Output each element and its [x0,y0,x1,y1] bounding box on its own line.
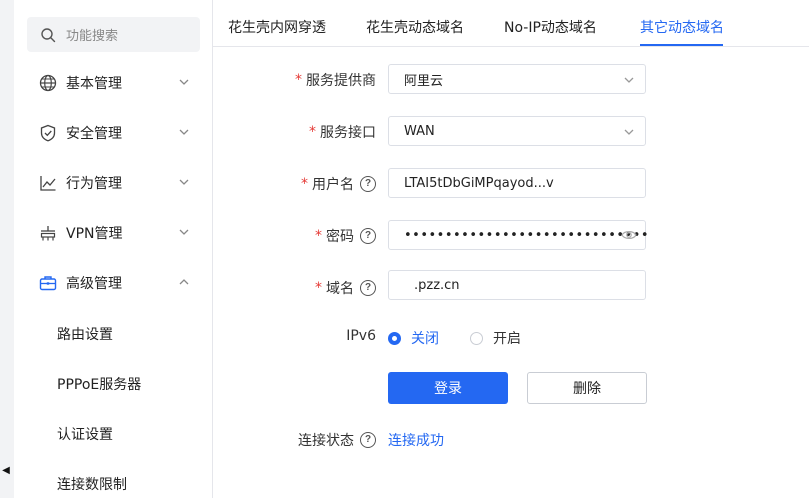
password-input[interactable]: •••••••••••••••••••••••••••••• [388,220,650,250]
scroll-left-icon[interactable]: ◀ [1,465,11,476]
login-button[interactable]: 登录 [388,372,508,404]
help-icon[interactable]: ? [360,228,376,244]
menu-label: 基本管理 [66,76,122,92]
menu-label: 行为管理 [66,176,122,192]
radio-label: 开启 [493,331,521,347]
active-tab-indicator [640,44,723,46]
help-icon[interactable]: ? [360,432,376,448]
password-label-text: 密码 [326,229,354,245]
submenu-item-pppoe-server[interactable]: PPPoE服务器 [57,374,141,394]
eye-icon[interactable] [621,228,637,242]
password-label: * 密码 ? [290,226,376,246]
interface-select[interactable]: WAN [388,116,646,146]
tab-other-ddns[interactable]: 其它动态域名 [640,17,724,37]
required-mark: * [309,124,316,140]
search-icon [41,27,56,42]
chevron-down-icon [179,129,189,135]
interface-label-text: 服务接口 [320,125,376,141]
interface-label: * 服务接口 [290,122,376,142]
chevron-up-icon [179,279,189,285]
radio-label: 关闭 [411,331,439,347]
domain-label-text: 域名 [326,281,354,297]
status-label-text: 连接状态 [298,433,354,449]
chevron-down-icon [179,179,189,185]
ipv6-label-text: IPv6 [346,328,376,344]
menu-label: 安全管理 [66,126,122,142]
ipv6-label: IPv6 [290,328,376,344]
ipv6-on-radio[interactable]: 开启 [470,328,521,348]
help-icon[interactable]: ? [360,280,376,296]
tab-noip-ddns[interactable]: No-IP动态域名 [504,17,597,37]
sidebar-divider [212,0,213,498]
provider-label-text: 服务提供商 [306,73,376,89]
tab-oray-intranet[interactable]: 花生壳内网穿透 [228,17,326,37]
line-chart-icon [40,176,56,191]
connection-status-value: 连接成功 [388,433,444,449]
left-scroll-strip [0,0,14,498]
network-icon [40,226,56,241]
connection-status-label: 连接状态 ? [290,430,376,450]
briefcase-icon [39,276,57,291]
search-placeholder: 功能搜索 [66,29,119,44]
interface-value: WAN [404,123,435,139]
domain-input[interactable]: .pzz.cn [388,270,646,300]
menu-label: VPN管理 [66,226,123,242]
chevron-down-icon [624,129,634,135]
username-input[interactable]: LTAI5tDbGiMPqayod...v [388,168,646,198]
submenu-item-connection-limit[interactable]: 连接数限制 [57,474,127,494]
globe-icon [39,74,57,92]
required-mark: * [315,280,322,296]
username-label-text: 用户名 [312,177,354,193]
help-icon[interactable]: ? [360,176,376,192]
submenu-item-auth-settings[interactable]: 认证设置 [57,424,113,444]
tab-oray-ddns[interactable]: 花生壳动态域名 [366,17,464,37]
username-label: * 用户名 ? [290,174,376,194]
menu-item-advanced-management[interactable]: 高级管理 [38,271,198,295]
required-mark: * [301,176,308,192]
required-mark: * [295,72,302,88]
submenu-item-route-settings[interactable]: 路由设置 [57,324,113,344]
domain-label: * 域名 ? [290,278,376,298]
provider-label: * 服务提供商 [290,70,376,90]
username-value: LTAI5tDbGiMPqayod...v [404,175,554,191]
chevron-down-icon [179,229,189,235]
shield-check-icon [40,124,56,142]
ipv6-off-radio[interactable]: 关闭 [388,328,439,348]
required-mark: * [315,228,322,244]
menu-item-basic-management[interactable]: 基本管理 [38,71,198,95]
menu-item-behavior-management[interactable]: 行为管理 [38,171,198,195]
domain-value: .pzz.cn [414,277,460,293]
radio-unselected-icon [470,331,483,345]
menu-item-security-management[interactable]: 安全管理 [38,121,198,145]
password-value: •••••••••••••••••••••••••••••• [404,227,650,243]
menu-label: 高级管理 [66,276,122,292]
delete-button[interactable]: 删除 [527,372,647,404]
chevron-down-icon [624,77,634,83]
function-search-input[interactable]: 功能搜索 [27,17,200,52]
menu-item-vpn-management[interactable]: VPN管理 [38,221,198,245]
radio-selected-icon [388,331,401,345]
provider-value: 阿里云 [404,73,444,89]
chevron-down-icon [179,79,189,85]
provider-select[interactable]: 阿里云 [388,64,646,94]
